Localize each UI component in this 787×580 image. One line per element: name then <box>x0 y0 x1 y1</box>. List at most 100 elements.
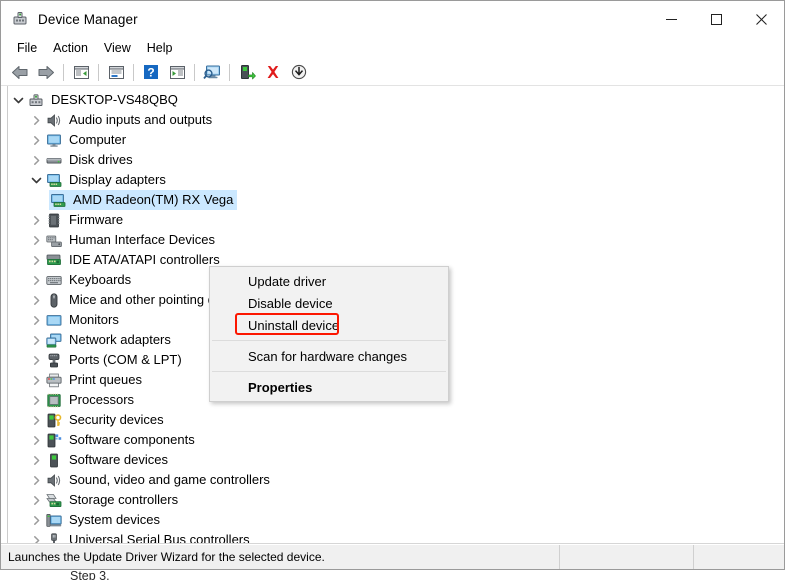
usb-icon <box>45 532 63 543</box>
tree-node-amd-radeon-rx-vega[interactable]: AMD Radeon(TM) RX Vega <box>9 190 784 210</box>
tree-node-audio-inputs-and-outputs[interactable]: Audio inputs and outputs <box>9 110 784 130</box>
tree-node-label: Print queues <box>69 372 142 387</box>
toolbar-separator <box>194 63 195 81</box>
chevron-right-icon[interactable] <box>27 215 45 226</box>
properties-icon[interactable] <box>103 61 129 83</box>
chevron-right-icon[interactable] <box>27 435 45 446</box>
chevron-right-icon[interactable] <box>27 315 45 326</box>
tree-node-security-devices[interactable]: Security devices <box>9 410 784 430</box>
tree-node-human-interface-devices[interactable]: Human Interface Devices <box>9 230 784 250</box>
chevron-right-icon[interactable] <box>27 275 45 286</box>
tree-node-label: Human Interface Devices <box>69 232 215 247</box>
software-device-icon <box>45 452 63 468</box>
port-icon <box>45 352 63 368</box>
chevron-right-icon[interactable] <box>27 235 45 246</box>
chevron-right-icon[interactable] <box>27 135 45 146</box>
chevron-right-icon[interactable] <box>27 355 45 366</box>
svg-text:?: ? <box>147 65 154 79</box>
tree-node-label: IDE ATA/ATAPI controllers <box>69 252 220 267</box>
menu-action[interactable]: Action <box>45 39 96 57</box>
keyboard-icon <box>45 272 63 288</box>
tree-node-label: Display adapters <box>69 172 166 187</box>
tree-node-label: Monitors <box>69 312 119 327</box>
toolbar-separator <box>229 63 230 81</box>
chevron-right-icon[interactable] <box>27 375 45 386</box>
menu-file[interactable]: File <box>9 39 45 57</box>
back-icon[interactable] <box>7 61 33 83</box>
tree-node-system-devices[interactable]: System devices <box>9 510 784 530</box>
processor-icon <box>45 392 63 408</box>
tree-node-label: Firmware <box>69 212 124 227</box>
tree-node-display-adapters[interactable]: Display adapters <box>9 170 784 190</box>
tree-node-label: Disk drives <box>69 152 133 167</box>
context-menu-item-scan-for-hardware-changes[interactable]: Scan for hardware changes <box>210 345 448 367</box>
tree-node-label: Sound, video and game controllers <box>69 472 270 487</box>
speaker-icon <box>45 112 63 128</box>
minimize-button[interactable] <box>649 1 694 37</box>
help-icon[interactable]: ? <box>138 61 164 83</box>
tree-node-label: Storage controllers <box>69 492 179 507</box>
context-menu-item-properties[interactable]: Properties <box>210 376 448 398</box>
status-bar-pane-2 <box>559 545 693 569</box>
window-title: Device Manager <box>38 11 138 27</box>
chevron-right-icon[interactable] <box>27 155 45 166</box>
scan-for-hardware-changes-icon[interactable] <box>199 61 225 83</box>
chevron-right-icon[interactable] <box>27 495 45 506</box>
tree-node-label: DESKTOP-VS48QBQ <box>51 92 178 107</box>
ide-controller-icon <box>45 252 63 268</box>
chevron-right-icon[interactable] <box>27 455 45 466</box>
tree-node-computer[interactable]: Computer <box>9 130 784 150</box>
maximize-button[interactable] <box>694 1 739 37</box>
device-manager-window: Device Manager File Action View Help ? D… <box>0 0 785 570</box>
chevron-down-icon[interactable] <box>27 175 45 186</box>
toolbar-separator <box>133 63 134 81</box>
tree-node-root[interactable]: DESKTOP-VS48QBQ <box>9 90 784 110</box>
chevron-down-icon[interactable] <box>9 95 27 106</box>
context-menu-item-disable-device[interactable]: Disable device <box>210 292 448 314</box>
tree-node-software-devices[interactable]: Software devices <box>9 450 784 470</box>
enable-device-icon[interactable] <box>234 61 260 83</box>
tree-node-label: Security devices <box>69 412 164 427</box>
device-context-menu[interactable]: Update driver Disable device Uninstall d… <box>209 266 449 402</box>
status-bar: Launches the Update Driver Wizard for th… <box>1 544 784 569</box>
storage-controller-icon <box>45 492 63 508</box>
tree-node-label: Software components <box>69 432 195 447</box>
tree-node-software-components[interactable]: Software components <box>9 430 784 450</box>
chevron-right-icon[interactable] <box>27 535 45 543</box>
close-button[interactable] <box>739 1 784 37</box>
disable-device-icon[interactable] <box>286 61 312 83</box>
chevron-right-icon[interactable] <box>27 515 45 526</box>
system-device-icon <box>45 512 63 528</box>
update-driver-icon[interactable] <box>164 61 190 83</box>
device-manager-icon <box>11 10 29 28</box>
menu-help[interactable]: Help <box>139 39 181 57</box>
context-menu-separator <box>212 371 446 372</box>
chevron-right-icon[interactable] <box>27 475 45 486</box>
hid-icon <box>45 232 63 248</box>
context-menu-item-uninstall-device[interactable]: Uninstall device <box>210 314 448 336</box>
tree-node-universal-serial-bus-controllers[interactable]: Universal Serial Bus controllers <box>9 530 784 543</box>
device-tree-panel[interactable]: DESKTOP-VS48QBQ Audio inputs and outputs <box>1 86 784 544</box>
tree-node-label: System devices <box>69 512 161 527</box>
tree-node-disk-drives[interactable]: Disk drives <box>9 150 784 170</box>
tree-node-label: Software devices <box>69 452 168 467</box>
tree-node-label: AMD Radeon(TM) RX Vega <box>73 192 234 207</box>
tree-node-firmware[interactable]: Firmware <box>9 210 784 230</box>
chevron-right-icon[interactable] <box>27 335 45 346</box>
tree-node-storage-controllers[interactable]: Storage controllers <box>9 490 784 510</box>
chevron-right-icon[interactable] <box>27 115 45 126</box>
context-menu-item-update-driver[interactable]: Update driver <box>210 270 448 292</box>
tree-node-sound-video-and-game-controllers[interactable]: Sound, video and game controllers <box>9 470 784 490</box>
show-hide-console-tree-icon[interactable] <box>68 61 94 83</box>
speaker-icon <box>45 472 63 488</box>
monitor-icon <box>45 132 63 148</box>
chevron-right-icon[interactable] <box>27 295 45 306</box>
forward-icon[interactable] <box>33 61 59 83</box>
chevron-right-icon[interactable] <box>27 395 45 406</box>
uninstall-device-icon[interactable] <box>260 61 286 83</box>
title-bar: Device Manager <box>1 1 784 37</box>
chevron-right-icon[interactable] <box>27 415 45 426</box>
tree-node-label: Computer <box>69 132 127 147</box>
chevron-right-icon[interactable] <box>27 255 45 266</box>
menu-view[interactable]: View <box>96 39 139 57</box>
